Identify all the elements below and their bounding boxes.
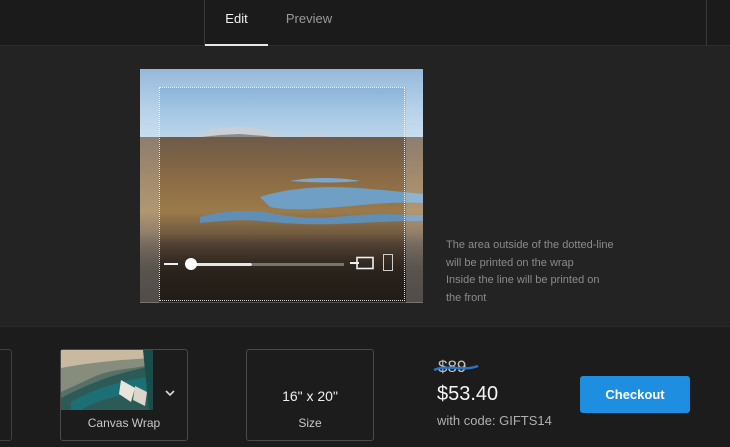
hint-line: The area outside of the dotted-line: [446, 239, 614, 251]
promo-code-text: with code: GIFTS14: [437, 413, 552, 428]
wrap-area-shade: [140, 69, 423, 87]
wrap-area-shade: [406, 87, 423, 303]
canvas-wrap-label: Canvas Wrap: [87, 416, 161, 430]
size-value: 16" x 20": [282, 388, 338, 404]
checkout-button[interactable]: Checkout: [580, 376, 690, 413]
hint-line: Inside the line will be printed on: [446, 274, 600, 286]
wrap-area-shade: [140, 302, 423, 303]
tab-preview-label: Preview: [285, 11, 333, 26]
editor-area: The area outside of the dotted-line will…: [0, 47, 730, 325]
size-selector[interactable]: 16" x 20" Size: [246, 349, 374, 441]
top-tab-bar: Edit Preview: [0, 0, 730, 46]
zoom-slider-handle[interactable]: [185, 258, 197, 270]
size-label: Size: [298, 416, 322, 430]
price-strikethrough: [433, 364, 479, 372]
active-tab-indicator: [205, 44, 268, 46]
order-bar: Canvas Wrap 16" x 20" Size $89 $53.40 wi…: [0, 326, 730, 447]
previous-option-box[interactable]: [0, 349, 12, 441]
wrap-area-hint: The area outside of the dotted-line will…: [446, 237, 636, 307]
photo-crop-canvas[interactable]: [140, 69, 423, 303]
hint-line: will be printed on the wrap: [446, 256, 574, 269]
canvas-wrap-selector[interactable]: Canvas Wrap: [60, 349, 188, 441]
tab-edit[interactable]: Edit: [205, 0, 268, 46]
hint-line: the front: [446, 291, 487, 304]
zoom-out-icon[interactable]: [164, 263, 178, 265]
canvas-wrap-thumbnail: [61, 350, 153, 410]
zoom-slider[interactable]: [188, 263, 252, 266]
tab-divider: [706, 0, 707, 46]
tab-edit-label: Edit: [225, 11, 248, 26]
wrap-area-shade: [140, 87, 159, 303]
portrait-orientation-icon[interactable]: [383, 254, 393, 271]
tab-preview[interactable]: Preview: [270, 0, 348, 46]
chevron-down-icon[interactable]: [164, 389, 176, 397]
discounted-price: $53.40: [437, 383, 499, 405]
zoom-slider-track: [252, 263, 344, 266]
landscape-orientation-icon[interactable]: [350, 256, 374, 270]
